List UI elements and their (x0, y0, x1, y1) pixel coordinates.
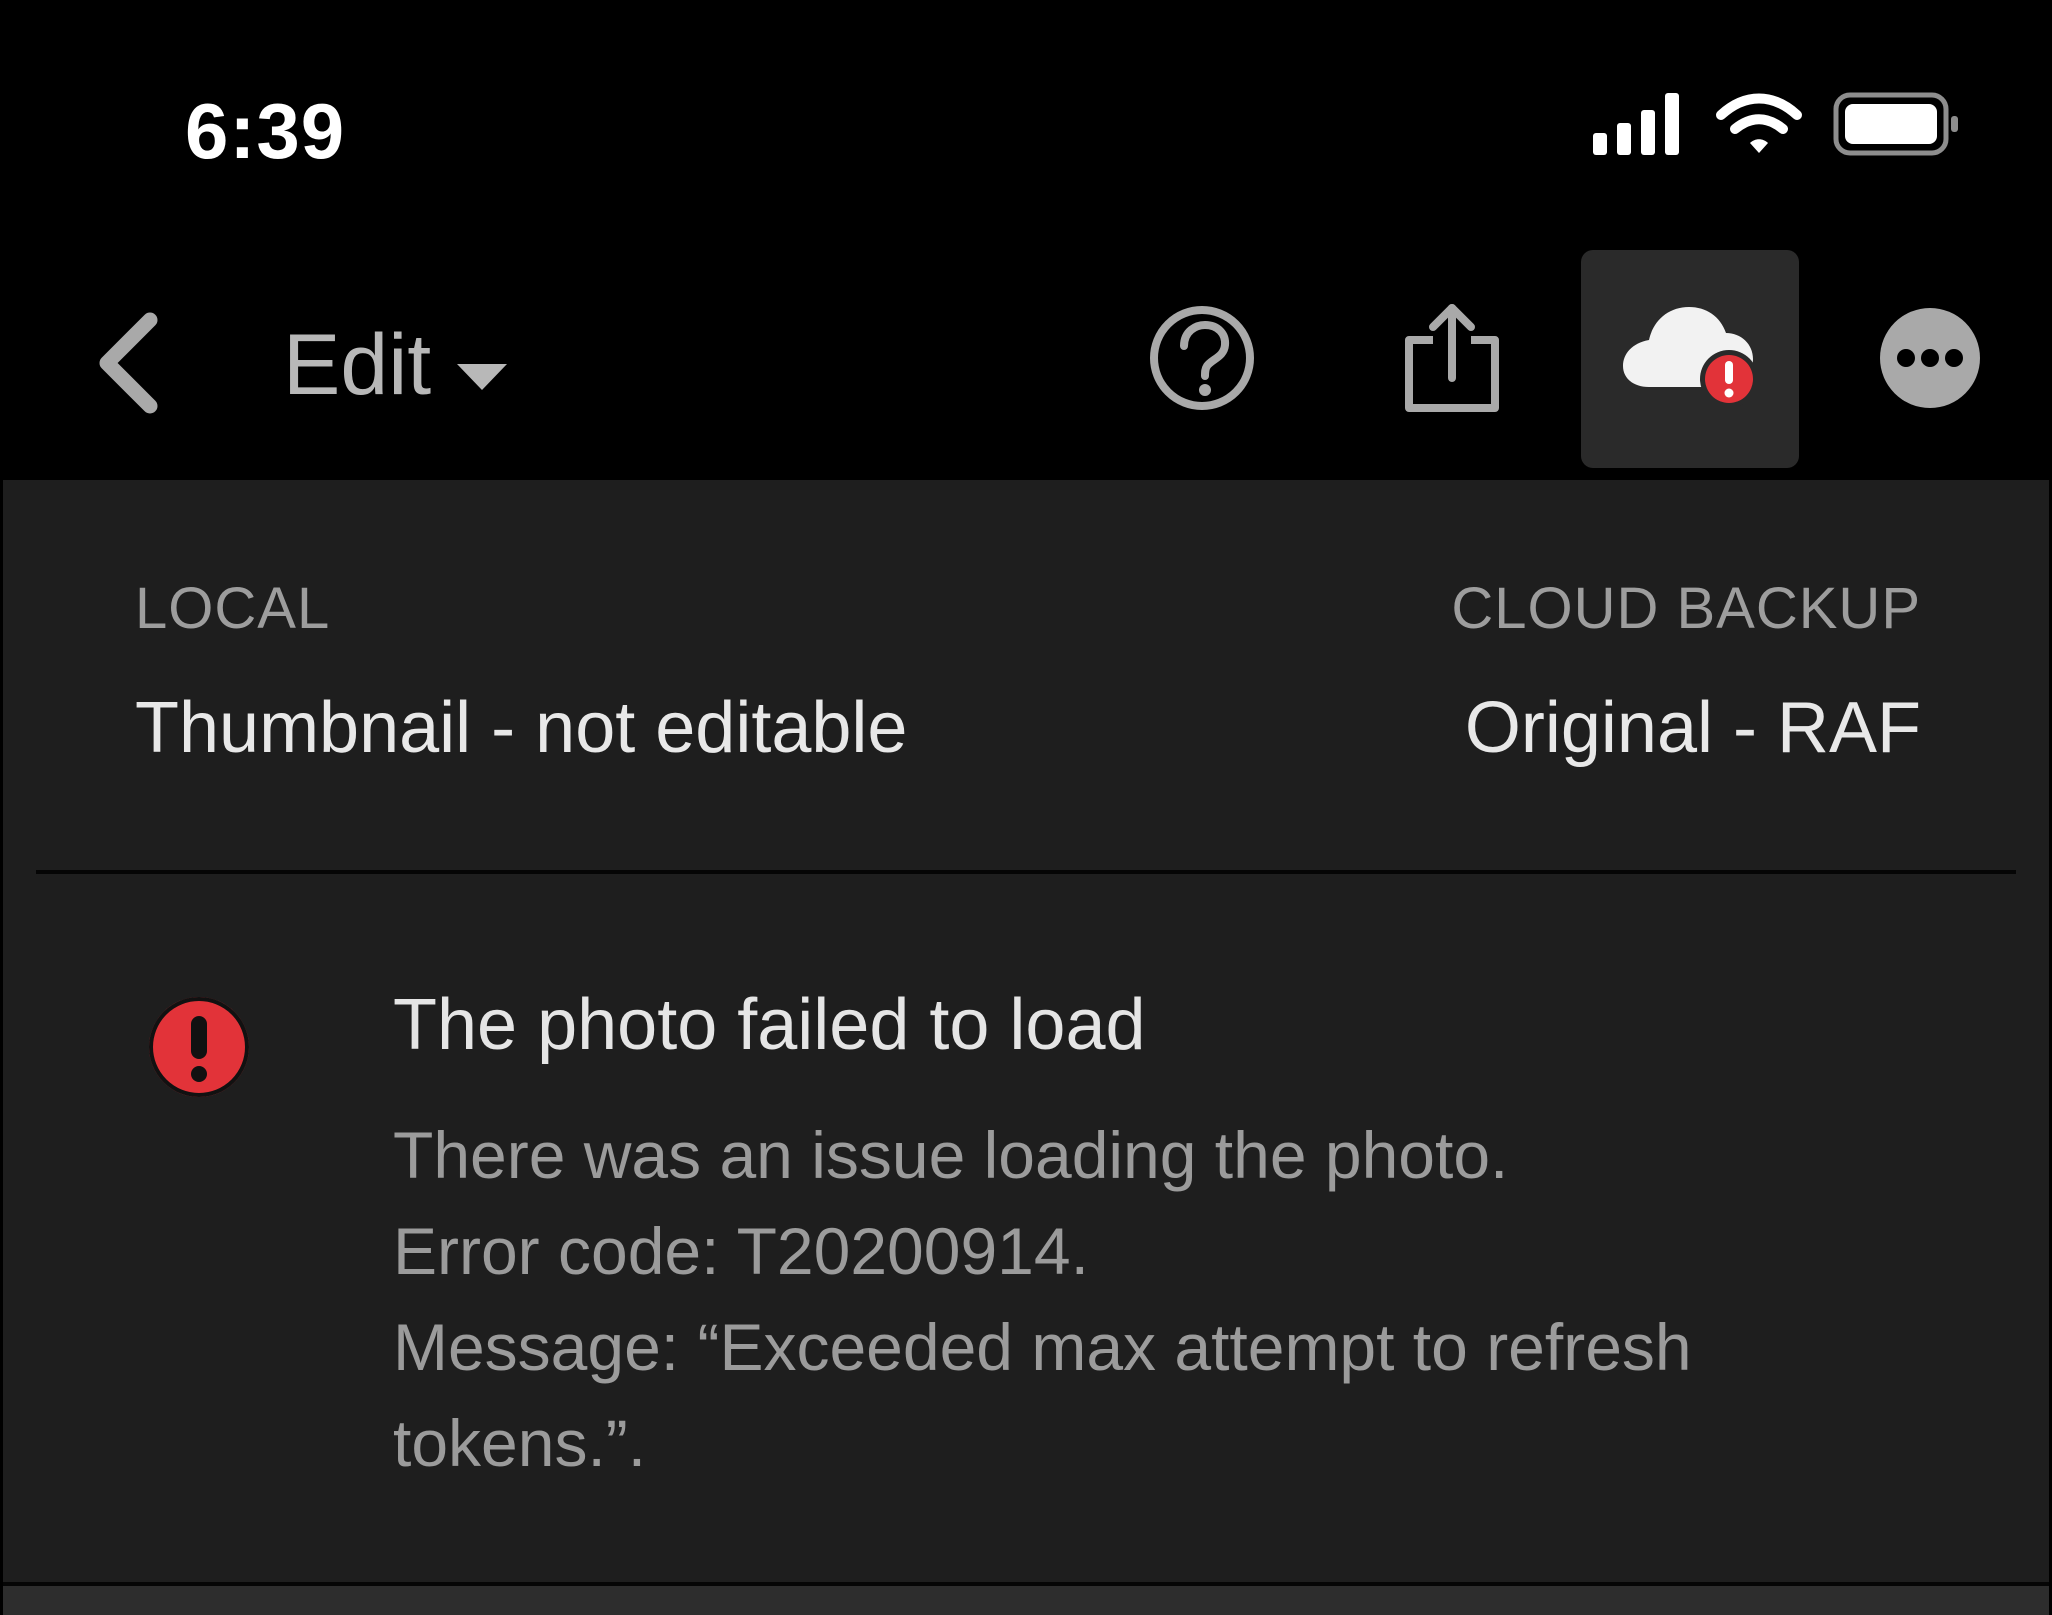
error-alert-icon (146, 994, 252, 1100)
cloud-backup-value: Original - RAF (1464, 688, 1921, 768)
photo-info-panel: LOCAL Thumbnail - not editable CLOUD BAC… (3, 480, 2049, 1615)
cellular-signal-icon (1593, 93, 1685, 160)
help-button[interactable] (1093, 250, 1311, 468)
error-details: There was an issue loading the photo. Er… (393, 1107, 1773, 1491)
more-options-button[interactable] (1821, 250, 2039, 468)
cloud-sync-status-button[interactable] (1581, 250, 1799, 468)
status-icons (1593, 92, 1961, 161)
local-source: LOCAL Thumbnail - not editable (135, 576, 908, 768)
wifi-icon (1713, 93, 1805, 160)
photo-source-row: LOCAL Thumbnail - not editable CLOUD BAC… (3, 480, 2049, 870)
status-time: 6:39 (185, 87, 346, 175)
share-button[interactable] (1343, 250, 1561, 468)
photo-error-message: The photo failed to load There was an is… (3, 874, 2049, 1554)
local-label: LOCAL (135, 576, 331, 641)
caret-down-icon (455, 316, 509, 415)
cloud-backup-source: CLOUD BACKUP Original - RAF (1451, 576, 1921, 768)
more-icon (1878, 306, 1982, 413)
lightroom-mobile-screen: 6:39 Edit LOCAL Thumbnail - not editable… (3, 0, 2049, 1615)
photo-toolbar: Edit (3, 250, 2049, 480)
error-title: The photo failed to load (393, 985, 1146, 1065)
next-section-edge (3, 1586, 2049, 1615)
edit-label: Edit (283, 316, 432, 413)
error-message-continuation: tokens.”. (393, 1406, 647, 1480)
help-icon (1147, 303, 1257, 416)
local-value: Thumbnail - not editable (135, 688, 908, 768)
back-button[interactable] (88, 304, 168, 424)
edit-dropdown[interactable]: Edit (283, 310, 509, 420)
cloud-backup-label: CLOUD BACKUP (1451, 576, 1921, 641)
battery-icon (1833, 92, 1961, 161)
share-icon (1399, 300, 1505, 419)
error-code-line: Error code: T20200914. (393, 1214, 1089, 1288)
cloud-error-icon (1618, 303, 1762, 416)
ios-status-bar: 6:39 (3, 0, 2049, 250)
chevron-left-icon (95, 312, 161, 417)
error-message-line: Message: “Exceeded max attempt to refres… (393, 1310, 1692, 1384)
error-detail-line: There was an issue loading the photo. (393, 1118, 1509, 1192)
